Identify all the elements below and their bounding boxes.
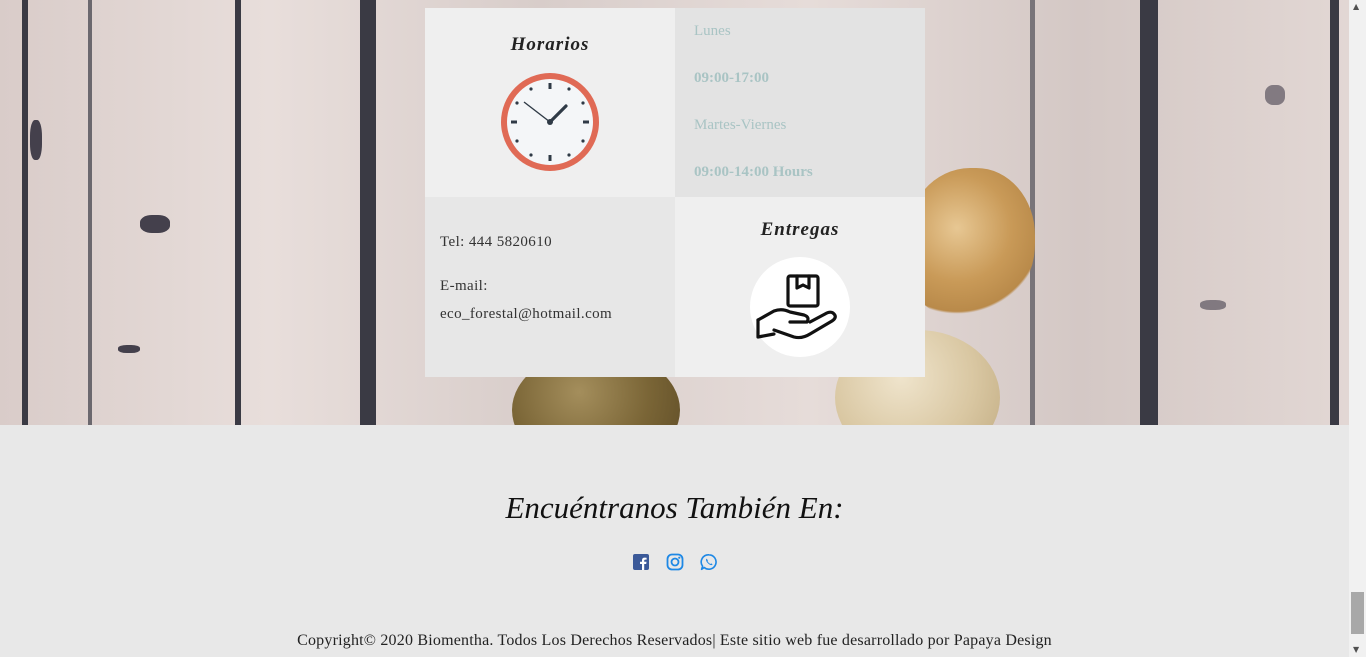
follow-us-heading: Encuéntranos También En: xyxy=(505,490,844,525)
instagram-icon[interactable] xyxy=(666,553,684,571)
wood-knot xyxy=(140,215,170,233)
email-label: E-mail: xyxy=(440,278,488,294)
schedule-cell: Lunes 09:00-17:00 Martes-Viernes 09:00-1… xyxy=(675,8,925,197)
page-scrollbar[interactable]: ▲ ▼ xyxy=(1349,0,1366,657)
schedule-day: Martes-Viernes xyxy=(694,117,787,133)
delivery-box-icon xyxy=(750,257,850,357)
wood-knot xyxy=(1200,300,1226,310)
wood-knot xyxy=(1265,85,1285,105)
wood-grain xyxy=(235,0,241,425)
wood-grain xyxy=(1330,0,1339,425)
wood-grain xyxy=(22,0,28,425)
scroll-down-arrow-icon[interactable]: ▼ xyxy=(1353,645,1359,654)
schedule-day: Lunes xyxy=(694,23,731,39)
facebook-icon[interactable] xyxy=(632,553,650,571)
wood-knot xyxy=(30,120,42,160)
wood-grain xyxy=(1140,0,1158,425)
schedule-hours: 09:00-17:00 xyxy=(694,70,769,86)
info-grid: Horarios Lunes 09:00-17:00 Martes-Vierne… xyxy=(425,8,925,377)
social-links xyxy=(0,553,1349,571)
scroll-up-arrow-icon[interactable]: ▲ xyxy=(1353,2,1359,11)
phone-text: Tel: 444 5820610 xyxy=(440,234,553,250)
hero-background: Horarios Lunes 09:00-17:00 Martes-Vierne… xyxy=(0,0,1349,425)
whatsapp-icon[interactable] xyxy=(699,553,718,571)
contact-cell: Tel: 444 5820610 E-mail: eco_forestal@ho… xyxy=(425,197,675,377)
horarios-title: Horarios xyxy=(510,34,590,55)
wood-grain xyxy=(360,0,376,425)
entregas-cell: Entregas xyxy=(675,197,925,377)
wood-grain xyxy=(88,0,92,425)
clock-icon xyxy=(501,73,599,171)
entregas-title: Entregas xyxy=(760,219,840,240)
email-text: eco_forestal@hotmail.com xyxy=(440,306,613,322)
schedule-hours: 09:00-14:00 Hours xyxy=(694,164,813,180)
horarios-cell: Horarios xyxy=(425,8,675,197)
scrollbar-thumb[interactable] xyxy=(1351,592,1364,634)
copyright-text: Copyright© 2020 Biomentha. Todos Los Der… xyxy=(297,632,1052,649)
wood-knot xyxy=(118,345,140,353)
